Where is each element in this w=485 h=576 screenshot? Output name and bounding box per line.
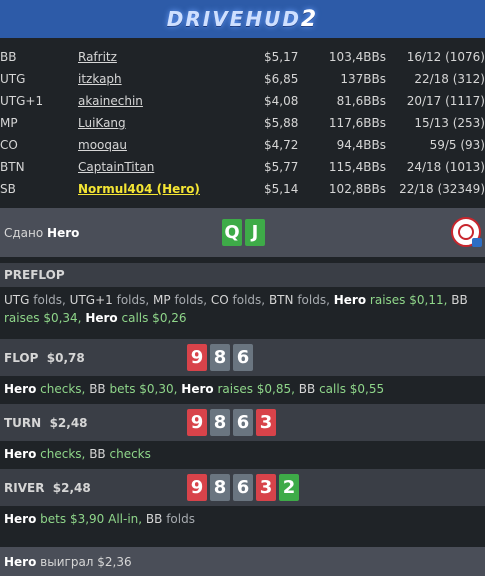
player-row: MP LuiKang $5,88 117,6BBs 15/13 (253) xyxy=(0,112,485,134)
card: 9 xyxy=(187,344,207,371)
card: 6 xyxy=(233,474,253,501)
board-cards: 9 8 6 3 2 xyxy=(187,474,299,501)
player-stats: 16/12 (1076) xyxy=(406,50,485,64)
hole-cards: Q J xyxy=(222,219,265,246)
stack-bbs: 117,6BBs xyxy=(328,116,386,130)
drivehud-logo: DRIVEHUD2 xyxy=(166,6,319,32)
stack-bbs: 102,8BBs xyxy=(328,182,386,196)
street-title: PREFLOP xyxy=(4,268,65,282)
board-cards: 9 8 6 3 xyxy=(187,409,276,436)
dealt-bar: Сдано Hero Q J xyxy=(0,208,485,257)
card: 6 xyxy=(233,409,253,436)
street-title: RIVER $2,48 xyxy=(4,480,91,495)
player-stats: 22/18 (312) xyxy=(414,72,485,86)
player-row: BTN CaptainTitan $5,77 115,4BBs 24/18 (1… xyxy=(0,156,485,178)
preflop-header: PREFLOP xyxy=(0,263,485,287)
flop-actions: Hero checks, BB bets $0,30, Hero raises … xyxy=(4,382,385,396)
stack-bbs: 137BBs xyxy=(340,72,386,86)
dealt-label: Сдано Hero xyxy=(4,225,80,240)
position: BTN xyxy=(0,160,25,174)
card: 8 xyxy=(210,474,230,501)
stack: $4,72 xyxy=(264,138,299,152)
stack: $5,77 xyxy=(264,160,299,174)
turn-header: TURN $2,48 9 8 6 3 xyxy=(0,404,485,441)
player-stats: 20/17 (1117) xyxy=(406,94,485,108)
card: 3 xyxy=(256,474,276,501)
position: CO xyxy=(0,138,18,152)
player-name-link[interactable]: Rafritz xyxy=(78,50,117,64)
board-cards: 9 8 6 xyxy=(187,344,253,371)
replayer-icon[interactable] xyxy=(451,217,482,247)
preflop-actions: UTG folds, UTG+1 folds, MP folds, CO fol… xyxy=(4,293,468,325)
player-name-link[interactable]: mooqau xyxy=(78,138,127,152)
card: 6 xyxy=(233,344,253,371)
player-row: CO mooqau $4,72 94,4BBs 59/5 (93) xyxy=(0,134,485,156)
position: SB xyxy=(0,182,16,196)
player-name-link[interactable]: LuiKang xyxy=(78,116,126,130)
player-row-hero: SB Normul404 (Hero) $5,14 102,8BBs 22/18… xyxy=(0,178,485,200)
hero-name-link[interactable]: Normul404 (Hero) xyxy=(78,182,200,196)
player-row: BB Rafritz $5,17 103,4BBs 16/12 (1076) xyxy=(0,46,485,68)
card: 8 xyxy=(210,409,230,436)
position: UTG+1 xyxy=(0,94,44,108)
stack: $5,17 xyxy=(264,50,299,64)
player-stats: 24/18 (1013) xyxy=(406,160,485,174)
player-row: UTG+1 akainechin $4,08 81,6BBs 20/17 (11… xyxy=(0,90,485,112)
player-stats: 15/13 (253) xyxy=(414,116,485,130)
stack-bbs: 94,4BBs xyxy=(336,138,386,152)
player-name-link[interactable]: akainechin xyxy=(78,94,143,108)
turn-actions: Hero checks, BB checks xyxy=(4,447,151,461)
river-actions: Hero bets $3,90 All-in, BB folds xyxy=(4,512,195,526)
player-stats: 22/18 (32349) xyxy=(399,182,485,196)
player-name-link[interactable]: CaptainTitan xyxy=(78,160,154,174)
result-bar: Hero выиграл $2,36 xyxy=(0,547,485,576)
stack: $5,14 xyxy=(264,182,299,196)
player-name-link[interactable]: itzkaph xyxy=(78,72,122,86)
stack: $4,08 xyxy=(264,94,299,108)
stack: $6,85 xyxy=(264,72,299,86)
card: J xyxy=(245,219,265,246)
position: BB xyxy=(0,50,17,64)
street-title: TURN $2,48 xyxy=(4,415,88,430)
players-table: BB Rafritz $5,17 103,4BBs 16/12 (1076) U… xyxy=(0,46,485,200)
position: UTG xyxy=(0,72,26,86)
stack-bbs: 81,6BBs xyxy=(336,94,386,108)
card: 3 xyxy=(256,409,276,436)
card: 9 xyxy=(187,474,207,501)
stack: $5,88 xyxy=(264,116,299,130)
player-stats: 59/5 (93) xyxy=(429,138,485,152)
stack-bbs: 115,4BBs xyxy=(328,160,386,174)
river-header: RIVER $2,48 9 8 6 3 2 xyxy=(0,469,485,506)
position: MP xyxy=(0,116,18,130)
street-title: FLOP $0,78 xyxy=(4,350,85,365)
flop-header: FLOP $0,78 9 8 6 xyxy=(0,339,485,376)
card: 9 xyxy=(187,409,207,436)
app-header: DRIVEHUD2 xyxy=(0,0,485,38)
stack-bbs: 103,4BBs xyxy=(328,50,386,64)
player-row: UTG itzkaph $6,85 137BBs 22/18 (312) xyxy=(0,68,485,90)
card: Q xyxy=(222,219,242,246)
card: 2 xyxy=(279,474,299,501)
card: 8 xyxy=(210,344,230,371)
